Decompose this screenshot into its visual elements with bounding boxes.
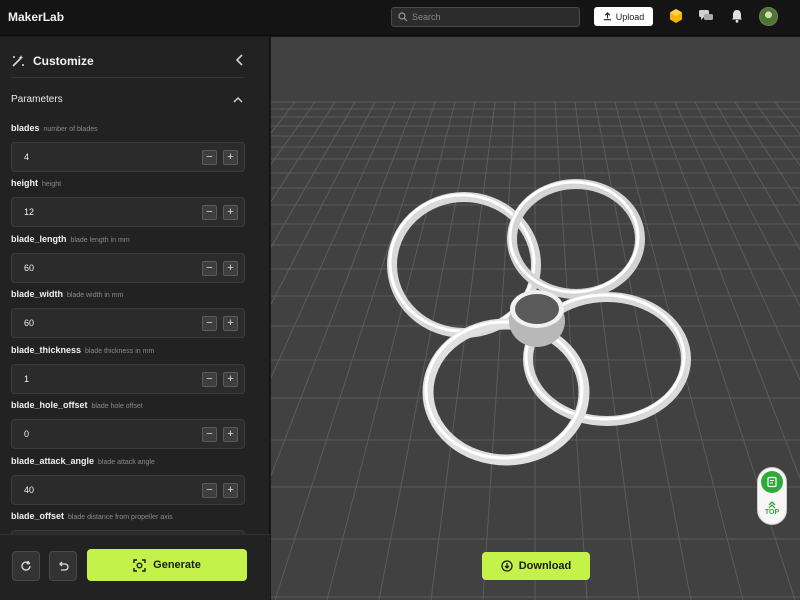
reset-button[interactable] [12, 551, 40, 581]
bell-icon[interactable] [729, 8, 745, 24]
chevrons-up-icon [768, 501, 776, 509]
param-value[interactable]: 40 [24, 485, 34, 495]
undo-icon [59, 561, 69, 571]
decrement-button[interactable]: − [202, 372, 217, 387]
search-input[interactable] [412, 9, 572, 25]
param-label: blade_offset blade distance from propelle… [11, 511, 245, 523]
increment-button[interactable]: + [223, 316, 238, 331]
param-label: blade_width blade width in mm [11, 289, 245, 301]
model-viewport[interactable]: Download TOP [271, 37, 800, 600]
param-description: blade hole offset [91, 403, 143, 410]
param-value[interactable]: 1 [24, 374, 29, 384]
refresh-icon [21, 560, 31, 571]
param-name: blade_width [11, 289, 64, 299]
param-name: blade_offset [11, 511, 65, 521]
param-input[interactable]: 60 − + [11, 253, 245, 283]
param-value[interactable]: 60 [24, 263, 34, 273]
param-blade-width: blade_width blade width in mm 60 − + [11, 289, 245, 338]
param-input[interactable]: 60 − + [11, 308, 245, 338]
param-name: blade_attack_angle [11, 456, 95, 466]
param-value[interactable]: 4 [24, 152, 29, 162]
increment-button[interactable]: + [223, 483, 238, 498]
increment-button[interactable]: + [223, 261, 238, 276]
back-to-top-button[interactable]: TOP [758, 500, 786, 516]
increment-button[interactable]: + [223, 150, 238, 165]
param-value[interactable]: 60 [24, 318, 34, 328]
param-input[interactable]: 0 − + [11, 419, 245, 449]
generate-button[interactable]: Generate [87, 549, 247, 581]
param-description: blade distance from propeller axis [68, 514, 173, 521]
propeller-model [387, 179, 691, 466]
brand-logo[interactable]: MakerLab [8, 10, 64, 24]
param-input[interactable]: 1 − + [11, 364, 245, 394]
cube-points-icon[interactable] [668, 8, 684, 24]
upload-button[interactable]: Upload [594, 7, 653, 26]
param-value[interactable]: 12 [24, 207, 34, 217]
param-blade-hole-offset: blade_hole_offset blade hole offset 0 − + [11, 400, 245, 449]
parameters-section-title[interactable]: Parameters [11, 94, 63, 105]
floating-widget: TOP [757, 467, 787, 525]
param-value[interactable]: 0 [24, 429, 29, 439]
decrement-button[interactable]: − [202, 261, 217, 276]
param-label: blade_hole_offset blade hole offset [11, 400, 245, 412]
magic-wand-icon [12, 55, 24, 67]
chevron-up-icon[interactable] [232, 94, 244, 106]
param-name: blades [11, 123, 40, 133]
decrement-button[interactable]: − [202, 316, 217, 331]
param-description: blade width in mm [67, 292, 124, 299]
chevron-left-icon[interactable] [233, 53, 247, 67]
top-bar: MakerLab Upload [0, 0, 800, 36]
decrement-button[interactable]: − [202, 205, 217, 220]
sidebar-divider [11, 77, 244, 78]
download-button[interactable]: Download [482, 552, 590, 580]
param-label: blade_length blade length in mm [11, 234, 245, 246]
param-description: number of blades [43, 126, 98, 133]
customize-sidebar: Customize Parameters blades number of bla… [0, 37, 270, 600]
increment-button[interactable]: + [223, 372, 238, 387]
param-input[interactable]: 12 − + [11, 197, 245, 227]
param-label: blade_attack_angle blade attack angle [11, 456, 245, 468]
undo-button[interactable] [49, 551, 77, 581]
param-input[interactable]: 4 − + [11, 142, 245, 172]
param-description: height [42, 181, 62, 188]
generate-label: Generate [153, 559, 201, 571]
param-name: blade_thickness [11, 345, 82, 355]
generate-icon [133, 558, 146, 572]
param-blade-thickness: blade_thickness blade thickness in mm 1 −… [11, 345, 245, 394]
upload-label: Upload [615, 11, 645, 22]
param-input[interactable]: 40 − + [11, 475, 245, 505]
param-name: height [11, 178, 38, 188]
param-name: blade_hole_offset [11, 400, 88, 410]
sidebar-footer: Generate [0, 534, 270, 600]
param-height: height height 12 − + [11, 178, 245, 227]
increment-button[interactable]: + [223, 205, 238, 220]
param-description: blade length in mm [70, 237, 130, 244]
param-label: blade_thickness blade thickness in mm [11, 345, 245, 357]
messages-icon[interactable] [698, 8, 714, 24]
feedback-button[interactable] [761, 471, 783, 493]
decrement-button[interactable]: − [202, 150, 217, 165]
sidebar-title: Customize [33, 54, 94, 68]
sidebar-header: Customize [11, 52, 94, 70]
search-box[interactable] [391, 7, 580, 27]
note-icon [767, 476, 777, 488]
increment-button[interactable]: + [223, 427, 238, 442]
upload-icon [603, 12, 611, 21]
param-description: blade thickness in mm [85, 348, 155, 355]
param-blade-length: blade_length blade length in mm 60 − + [11, 234, 245, 283]
param-label: height height [11, 178, 245, 190]
download-label: Download [518, 560, 572, 572]
param-description: blade attack angle [98, 459, 155, 466]
param-label: blades number of blades [11, 123, 245, 135]
param-blades: blades number of blades 4 − + [11, 123, 245, 172]
download-icon [501, 560, 513, 572]
user-avatar[interactable] [759, 7, 778, 26]
param-name: blade_length [11, 234, 67, 244]
decrement-button[interactable]: − [202, 427, 217, 442]
search-icon [398, 12, 408, 22]
decrement-button[interactable]: − [202, 483, 217, 498]
top-label: TOP [764, 509, 780, 516]
param-blade-attack-angle: blade_attack_angle blade attack angle 40 … [11, 456, 245, 505]
